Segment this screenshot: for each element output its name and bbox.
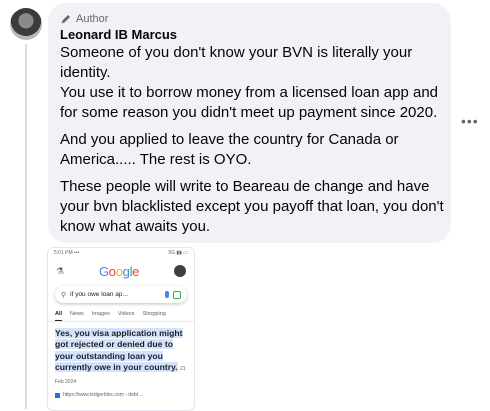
site-favicon-icon (55, 392, 60, 398)
more-options-icon[interactable]: ••• (461, 113, 479, 129)
google-logo: Google (98, 263, 140, 279)
attached-screenshot[interactable]: 5:01 PM ••• 5G ▮▮ ▭ ⚗ Google ⚲ if you ow… (47, 247, 195, 411)
tab-shopping: Shopping (142, 311, 166, 317)
google-account-avatar (173, 265, 186, 277)
search-icon: ⚲ (61, 291, 67, 299)
lens-icon (173, 290, 181, 299)
tab-news: News (70, 311, 84, 317)
snippet-source: https://www.ledgerbloc.com › debt ... (48, 388, 194, 402)
comment-paragraph-3: And you applied to leave the country for… (60, 131, 399, 168)
source-url: https://www.ledgerbloc.com › debt ... (63, 392, 144, 399)
google-search-box: ⚲ if you owe loan ap... (55, 286, 187, 303)
search-query: if you owe loan ap... (70, 291, 128, 298)
phone-status-bar: 5:01 PM ••• 5G ▮▮ ▭ (48, 248, 194, 258)
search-tabs: All News Images Videos Shopping (48, 311, 194, 321)
comment-paragraph-4: These people will write to Beareau de ch… (60, 178, 444, 235)
featured-snippet: Yes, you visa application might got reje… (48, 328, 194, 388)
tab-images: Images (91, 311, 110, 317)
snippet-text: Yes, you visa application might got reje… (55, 328, 183, 372)
labs-flask-icon: ⚗ (56, 265, 65, 276)
comment-paragraph-2: You use it to borrow money from a licens… (60, 84, 439, 121)
comment-paragraph-1: Someone of you don't know your BVN is li… (60, 44, 413, 81)
status-time: 5:01 PM ••• (54, 250, 80, 256)
tabs-divider (48, 321, 194, 322)
google-header: ⚗ Google (48, 258, 194, 282)
mic-icon (165, 291, 169, 298)
author-badge: Author (60, 12, 108, 26)
author-badge-label: Author (76, 13, 109, 25)
comment-author-name[interactable]: Leonard IB Marcus (60, 27, 177, 42)
reply-thread-line (25, 44, 27, 409)
status-icons: 5G ▮▮ ▭ (168, 250, 188, 256)
tab-all: All (55, 311, 63, 321)
pen-icon (61, 15, 70, 24)
commenter-avatar[interactable] (10, 8, 42, 40)
tab-videos: Videos (117, 311, 135, 317)
comment-text: Someone of you don't know your BVN is li… (60, 43, 445, 244)
